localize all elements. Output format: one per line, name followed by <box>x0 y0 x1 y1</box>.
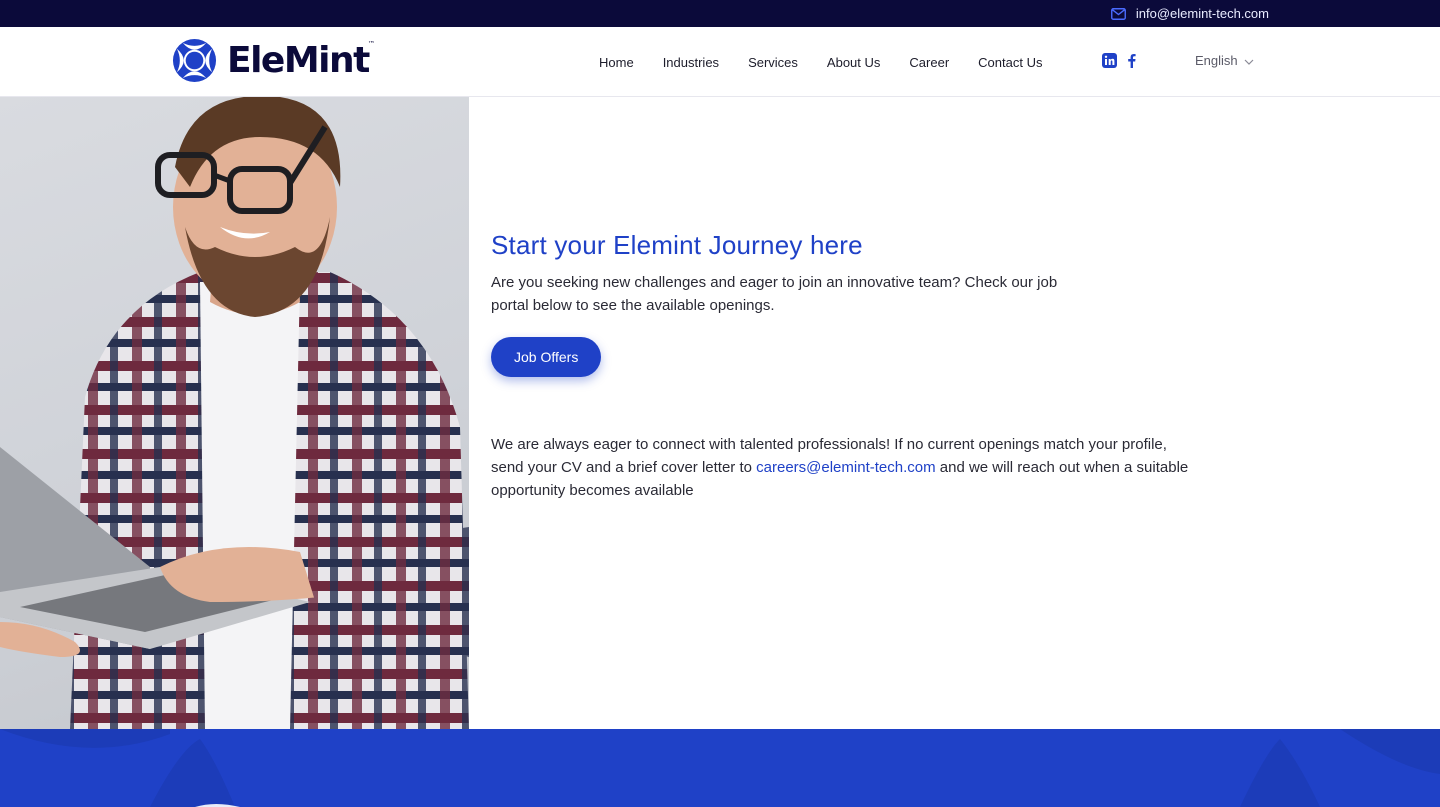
hero-photo <box>0 97 469 729</box>
nav-contact-us[interactable]: Contact Us <box>978 55 1042 70</box>
job-offers-button[interactable]: Job Offers <box>491 337 602 377</box>
chevron-down-icon <box>1244 53 1254 68</box>
nav-about-us[interactable]: About Us <box>827 55 880 70</box>
careers-email-link[interactable]: careers@elemint-tech.com <box>756 459 935 476</box>
brand-logo[interactable]: EleMint ™ <box>172 38 375 83</box>
linkedin-icon[interactable] <box>1102 53 1117 73</box>
career-content: Start your Elemint Journey here Are you … <box>491 230 1211 502</box>
language-selector[interactable]: English <box>1195 53 1254 68</box>
footer-band <box>0 729 1440 807</box>
nav-services[interactable]: Services <box>748 55 798 70</box>
site-header: EleMint ™ Home Industries Services About … <box>0 27 1440 97</box>
cv-info-text: We are always eager to connect with tale… <box>491 433 1201 502</box>
footer-decoration <box>0 729 1440 807</box>
top-bar: info@elemint-tech.com <box>0 0 1440 27</box>
brand-wordmark: EleMint ™ <box>227 39 375 81</box>
social-links <box>1102 53 1136 73</box>
nav-home[interactable]: Home <box>599 55 634 70</box>
top-email-text: info@elemint-tech.com <box>1135 6 1269 21</box>
language-label: English <box>1195 53 1238 68</box>
facebook-icon[interactable] <box>1127 53 1136 73</box>
page-title: Start your Elemint Journey here <box>491 230 863 260</box>
mail-icon <box>1110 7 1126 20</box>
logo-mark-icon <box>172 38 217 83</box>
intro-text: Are you seeking new challenges and eager… <box>491 274 1058 314</box>
top-email-link[interactable]: info@elemint-tech.com <box>1110 6 1269 21</box>
main-nav: Home Industries Services About Us Career… <box>599 27 1071 97</box>
nav-industries[interactable]: Industries <box>663 55 719 70</box>
nav-career[interactable]: Career <box>909 55 949 70</box>
